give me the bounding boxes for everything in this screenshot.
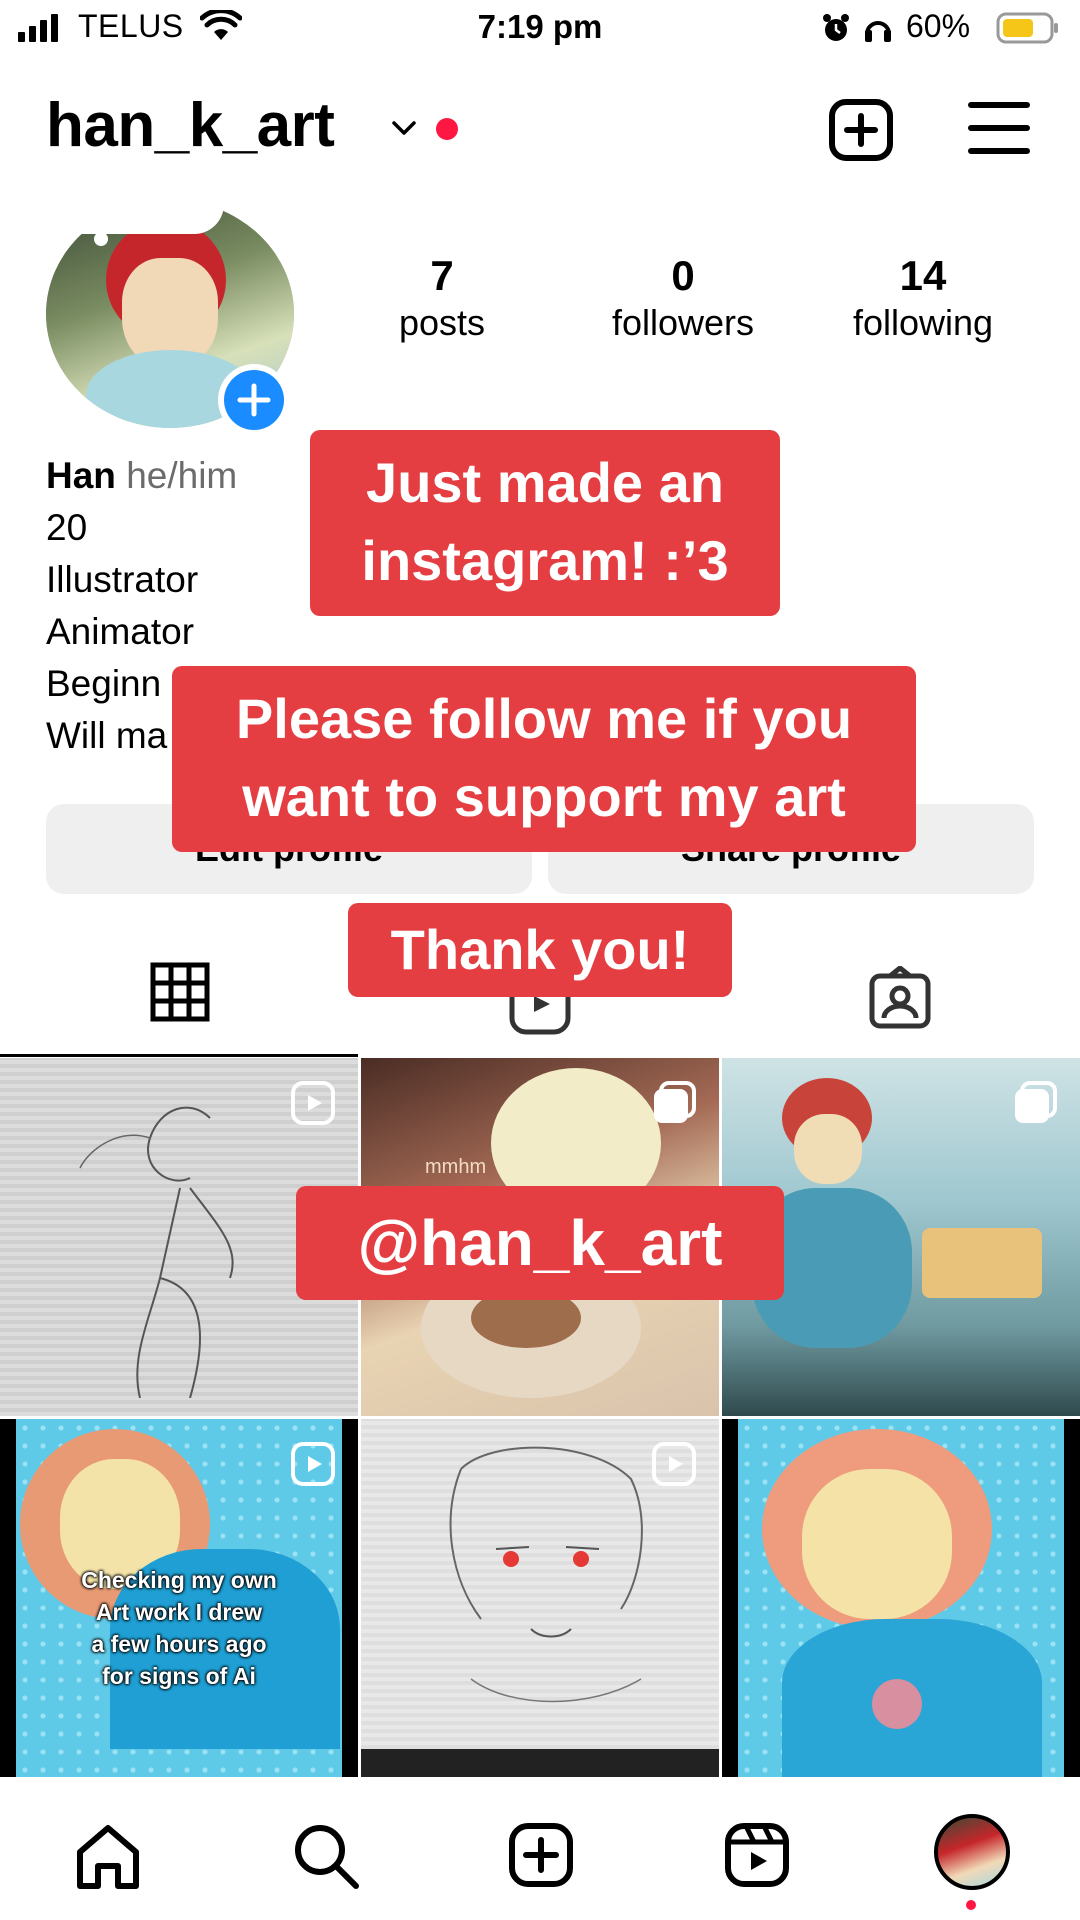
grid-post[interactable]: Checking my own Art work I drew a few ho… — [0, 1419, 358, 1777]
reel-badge-icon — [652, 1442, 696, 1486]
post-caption: mmhm — [425, 1156, 487, 1178]
posts-count[interactable]: 7 posts — [332, 252, 552, 347]
status-bar: TELUS 7:19 pm 60% — [0, 0, 1080, 56]
battery-icon — [996, 12, 1058, 44]
chevron-down-icon[interactable] — [390, 118, 418, 138]
followers-number: 0 — [671, 252, 695, 299]
bio-line: 20 — [46, 507, 88, 548]
following-number: 14 — [899, 252, 947, 299]
menu-icon[interactable] — [968, 100, 1030, 156]
carousel-badge-icon — [1015, 1081, 1057, 1123]
bio-line: Illustrator — [46, 559, 199, 600]
overlay-caption: @han_k_art — [296, 1186, 784, 1300]
following-count[interactable]: 14 following — [813, 252, 1033, 347]
posts-label: posts — [398, 302, 486, 344]
carousel-badge-icon — [654, 1081, 696, 1123]
notification-dot — [966, 1900, 976, 1910]
bio-line: Animator — [46, 611, 195, 652]
overlay-caption: Just made an instagram! :’3 — [310, 430, 780, 616]
search-icon[interactable] — [292, 1822, 360, 1890]
headphones-icon — [865, 21, 891, 42]
sketch-figure — [79, 1106, 234, 1398]
create-post-icon[interactable] — [828, 98, 894, 162]
sketch-face — [449, 1446, 643, 1703]
reel-badge-icon — [291, 1081, 335, 1125]
alarm-icon — [823, 14, 849, 41]
bio-name-line: Han he/him — [46, 450, 237, 502]
pronouns: he/him — [126, 455, 238, 496]
reel-badge-icon — [291, 1442, 335, 1486]
notification-dot — [436, 118, 458, 140]
display-name: Han — [46, 455, 116, 496]
profile-avatar[interactable] — [934, 1814, 1010, 1890]
reels-icon[interactable] — [724, 1822, 790, 1888]
note-bubble[interactable] — [54, 190, 224, 234]
create-icon[interactable] — [508, 1822, 574, 1888]
followers-count[interactable]: 0 followers — [573, 252, 793, 347]
posts-number: 7 — [430, 252, 454, 299]
home-icon[interactable] — [74, 1824, 142, 1890]
overlay-caption: Thank you! — [348, 903, 732, 997]
tagged-icon[interactable] — [868, 966, 932, 1030]
battery-percent: 60% — [906, 8, 971, 44]
grid-post[interactable] — [361, 1419, 719, 1777]
profile-avatar-area[interactable] — [46, 190, 294, 436]
following-label: following — [852, 302, 994, 344]
post-caption: Checking my own Art work I drew a few ho… — [81, 1567, 277, 1689]
overlay-caption: Please follow me if you want to support … — [172, 666, 916, 852]
grid-icon[interactable] — [150, 962, 210, 1022]
active-tab-indicator — [0, 1054, 358, 1057]
grid-post[interactable] — [722, 1419, 1080, 1777]
username-switcher[interactable]: han_k_art — [46, 90, 335, 161]
add-story-icon[interactable] — [224, 370, 284, 430]
followers-label: followers — [611, 302, 755, 344]
bottom-nav — [0, 1778, 1080, 1920]
